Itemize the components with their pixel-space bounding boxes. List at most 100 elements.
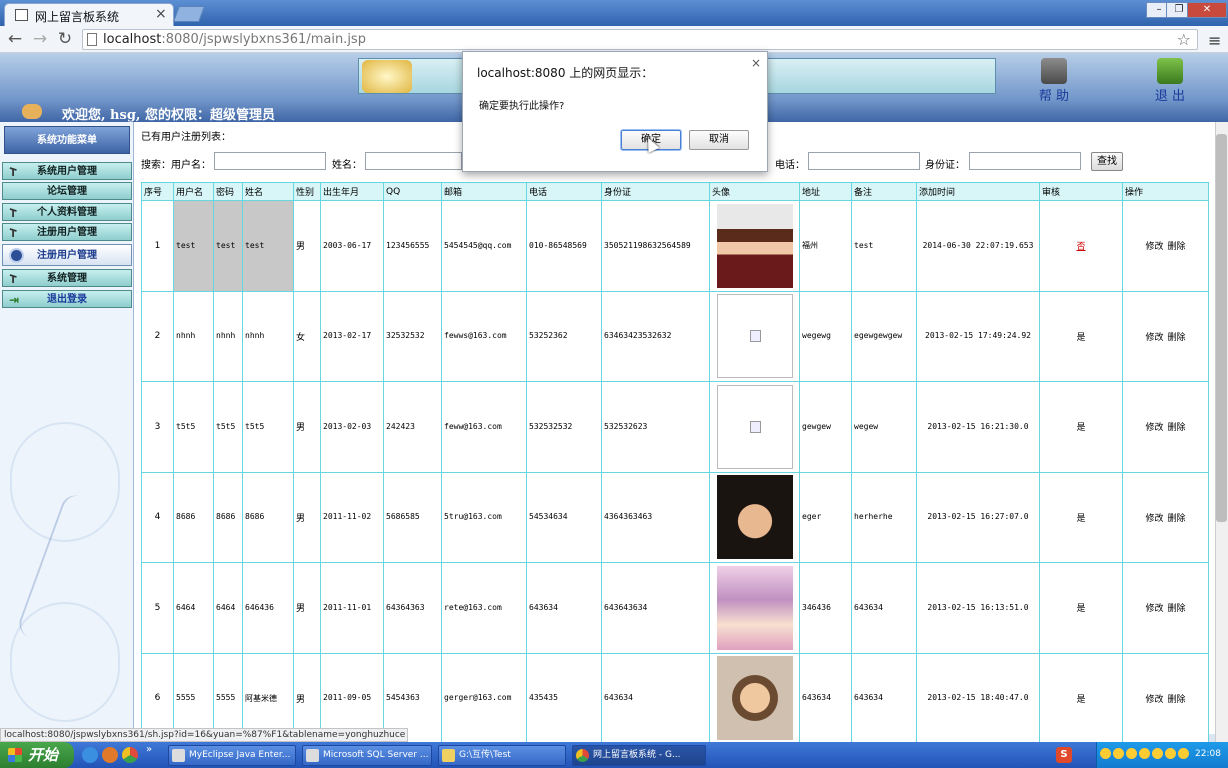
user-photo — [716, 203, 793, 288]
username-search-input[interactable] — [214, 152, 326, 170]
sidebar-item-registered-users-active[interactable]: 注册用户管理 — [2, 244, 132, 266]
back-arrow-icon[interactable]: ← — [4, 29, 26, 49]
cell-password: nhnh — [213, 290, 243, 382]
cell-email: gerger@163.com — [441, 652, 527, 744]
start-button[interactable]: 开始 — [0, 742, 74, 768]
sidebar-item-forum[interactable]: 论坛管理 — [2, 182, 132, 200]
cell-text: egewgewgew — [854, 331, 903, 341]
task-folder[interactable]: G:\互传\Test — [438, 745, 566, 766]
column-header: 出生年月 — [320, 182, 384, 201]
column-header: 添加时间 — [916, 182, 1040, 201]
sidebar-item-registered-users[interactable]: 𐌕 注册用户管理 — [2, 223, 132, 241]
cell-remark: wegew — [851, 381, 917, 473]
cell-birth: 2011-11-01 — [320, 562, 384, 654]
cell-avatar — [709, 652, 800, 744]
qq-icon[interactable] — [1113, 748, 1124, 759]
chrome-icon[interactable] — [122, 747, 138, 763]
cell-gender: 男 — [293, 200, 321, 292]
quicklaunch-more-icon[interactable]: » — [146, 744, 152, 755]
cell-text: 643643634 — [604, 602, 648, 612]
user-photo — [716, 475, 793, 560]
reload-icon[interactable]: ↻ — [54, 29, 76, 49]
antivirus-icon[interactable] — [1178, 748, 1189, 759]
help-button[interactable]: 帮 助 — [1034, 58, 1074, 104]
cell-no: 5 — [141, 562, 174, 654]
browser-toolbar: ← → ↻ localhost:8080/jspwslybxns361/main… — [0, 26, 1228, 53]
sidebar-item-logout[interactable]: ⇥ 退出登录 — [2, 290, 132, 308]
task-myeclipse[interactable]: MyEclipse Java Enter... — [168, 745, 296, 766]
cell-gender: 男 — [293, 381, 321, 473]
delete-link[interactable]: 删除 — [1168, 604, 1186, 614]
qq-icon[interactable] — [1100, 748, 1111, 759]
task-chrome-active[interactable]: 网上留言板系统 - G... — [572, 745, 706, 766]
cell-text: 643634 — [529, 602, 558, 612]
sidebar-item-system-settings[interactable]: 𐌕 系统管理 — [2, 269, 132, 287]
idcard-search-input[interactable] — [969, 152, 1081, 170]
qq-icon[interactable] — [1126, 748, 1137, 759]
network-icon[interactable] — [1152, 748, 1163, 759]
cell-audit: 是 — [1039, 562, 1123, 654]
scrollbar-thumb[interactable] — [1216, 134, 1227, 522]
cell-text: 643634 — [854, 602, 883, 612]
name-search-input[interactable] — [365, 152, 462, 170]
cell-text: 8686 — [216, 512, 236, 522]
edit-link[interactable]: 修改 — [1145, 514, 1163, 524]
ie-icon[interactable] — [82, 747, 98, 763]
cell-idcard: 643643634 — [601, 562, 710, 654]
cell-qq: 123456555 — [383, 200, 442, 292]
address-bar[interactable]: localhost:8080/jspwslybxns361/main.jsp ☆ — [82, 29, 1198, 50]
exit-button[interactable]: 退 出 — [1150, 58, 1190, 104]
edit-link[interactable]: 修改 — [1145, 423, 1163, 433]
delete-link[interactable]: 删除 — [1168, 423, 1186, 433]
edit-link[interactable]: 修改 — [1145, 242, 1163, 252]
sogou-ime-icon[interactable]: S — [1056, 747, 1072, 763]
cell-added: 2013-02-15 16:27:07.0 — [916, 471, 1040, 563]
tab-close-icon[interactable]: × — [155, 6, 167, 22]
cell-username: 6464 — [173, 562, 214, 654]
forward-arrow-icon[interactable]: → — [29, 29, 51, 49]
cell-idcard: 63463423532632 — [601, 290, 710, 382]
cell-text: 532532623 — [604, 421, 648, 431]
edit-link[interactable]: 修改 — [1145, 333, 1163, 343]
cell-ops: 修改 删除 — [1122, 290, 1209, 382]
edit-link[interactable]: 修改 — [1145, 695, 1163, 705]
delete-link[interactable]: 删除 — [1168, 333, 1186, 343]
welcome-text: 欢迎您, hsg, 您的权限：超级管理员 — [62, 108, 275, 123]
delete-link[interactable]: 删除 — [1168, 514, 1186, 524]
wrench-icon: 𐌕 — [9, 226, 18, 240]
window-close-button[interactable]: ✕ — [1187, 2, 1227, 18]
volume-icon[interactable] — [1165, 748, 1176, 759]
browser-menu-icon[interactable]: ≡ — [1208, 31, 1221, 50]
cell-text: test — [245, 240, 265, 250]
column-header: 用户名 — [173, 182, 214, 201]
phone-search-input[interactable] — [808, 152, 920, 170]
cell-text: 3 — [154, 421, 161, 432]
edit-link[interactable]: 修改 — [1145, 604, 1163, 614]
dialog-close-icon[interactable]: × — [751, 56, 761, 70]
search-button[interactable]: 查找 — [1091, 152, 1123, 171]
chrome-icon — [576, 749, 589, 762]
cell-text: 6 — [154, 693, 161, 704]
cell-text: test — [176, 240, 196, 250]
cell-no: 2 — [141, 290, 174, 382]
system-menu-title: 系统功能菜单 — [4, 126, 130, 154]
cell-password: 8686 — [213, 471, 243, 563]
cell-text: 2014-06-30 22:07:19.653 — [922, 240, 1034, 250]
sidebar-item-system-users[interactable]: 𐌕 系统用户管理 — [2, 162, 132, 180]
browser-tab[interactable]: 网上留言板系统 × — [4, 3, 174, 26]
cell-text: 6464 — [176, 602, 196, 612]
qq-icon[interactable] — [1139, 748, 1150, 759]
cell-text: 643634 — [802, 693, 831, 703]
cell-text: 4364363463 — [604, 512, 653, 522]
delete-link[interactable]: 删除 — [1168, 242, 1186, 252]
cancel-button[interactable]: 取消 — [689, 130, 749, 150]
bookmark-star-icon[interactable]: ☆ — [1177, 30, 1191, 49]
audit-toggle-link[interactable]: 否 — [1076, 242, 1085, 252]
cell-qq: 5686585 — [383, 471, 442, 563]
delete-link[interactable]: 删除 — [1168, 695, 1186, 705]
cell-remark: test — [851, 200, 917, 292]
task-sql-server[interactable]: Microsoft SQL Server ... — [302, 745, 432, 766]
sidebar-item-profile[interactable]: 𐌕 个人资料管理 — [2, 203, 132, 221]
firefox-icon[interactable] — [102, 747, 118, 763]
list-title: 已有用户注册列表： — [141, 132, 231, 143]
